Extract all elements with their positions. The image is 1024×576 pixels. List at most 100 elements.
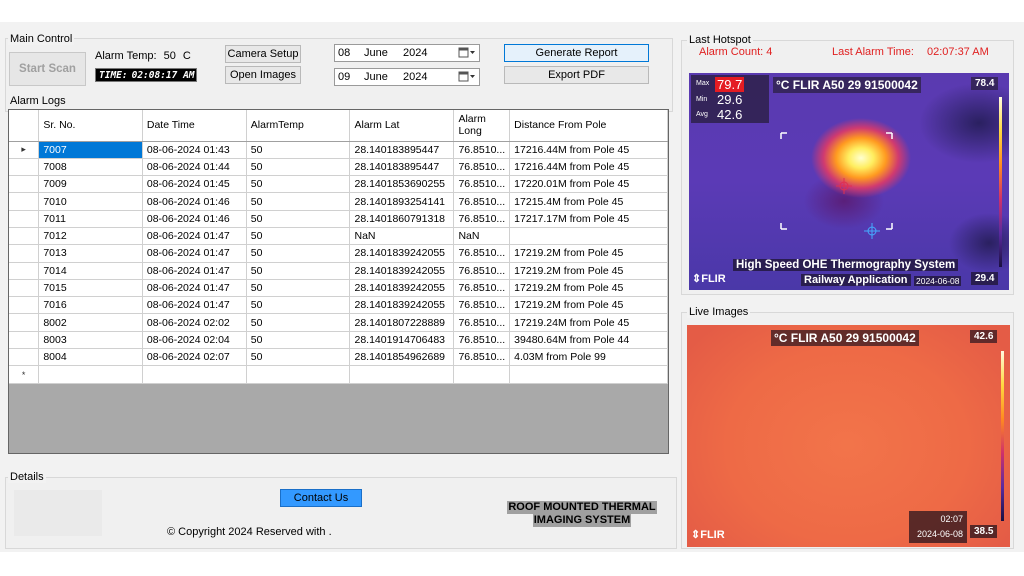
- table-cell[interactable]: 76.8510...: [453, 192, 511, 211]
- table-cell[interactable]: 17219.2M from Pole 45: [509, 262, 668, 280]
- table-row[interactable]: 7014 08-06-2024 01:47 50 28.1401839242055 76…: [9, 262, 668, 280]
- table-row[interactable]: 7016 08-06-2024 01:47 50 28.1401839242055 76…: [9, 296, 668, 315]
- table-cell[interactable]: 50: [246, 175, 351, 194]
- table-row[interactable]: 7009 08-06-2024 01:45 50 28.1401853690255 76…: [9, 175, 668, 194]
- table-row[interactable]: 7015 08-06-2024 01:47 50 28.1401839242055 76…: [9, 279, 668, 298]
- export-pdf-button[interactable]: Export PDF: [504, 66, 649, 84]
- table-cell[interactable]: 50: [246, 313, 351, 332]
- table-row[interactable]: 7012 08-06-2024 01:47 50 NaN NaN: [9, 227, 668, 246]
- column-header[interactable]: Sr. No.: [38, 110, 143, 142]
- column-header[interactable]: Distance From Pole: [509, 110, 668, 142]
- table-cell[interactable]: NaN: [349, 227, 455, 246]
- table-cell[interactable]: 7011: [38, 210, 143, 228]
- table-cell[interactable]: 7014: [38, 262, 143, 280]
- table-cell[interactable]: 7013: [38, 244, 143, 263]
- table-cell[interactable]: 08-06-2024 01:46: [142, 210, 247, 228]
- table-cell[interactable]: 50: [246, 227, 351, 246]
- table-cell[interactable]: [246, 365, 351, 384]
- row-header[interactable]: [9, 262, 40, 280]
- table-cell[interactable]: 50: [246, 262, 351, 280]
- table-cell[interactable]: 76.8510...: [453, 141, 511, 159]
- table-cell[interactable]: 08-06-2024 01:47: [142, 279, 247, 298]
- table-row[interactable]: ▸ 7007 08-06-2024 01:43 50 28.140183895447 76…: [9, 141, 668, 159]
- table-row[interactable]: 8002 08-06-2024 02:02 50 28.1401807228889 76…: [9, 313, 668, 332]
- row-header[interactable]: [9, 296, 40, 315]
- table-cell[interactable]: 28.1401860791318: [349, 210, 455, 228]
- table-cell[interactable]: 17220.01M from Pole 45: [509, 175, 668, 194]
- table-cell[interactable]: 08-06-2024 01:43: [142, 141, 247, 159]
- table-cell[interactable]: 7012: [38, 227, 143, 246]
- table-cell[interactable]: 50: [246, 141, 351, 159]
- column-header[interactable]: Alarm Lat: [349, 110, 455, 142]
- table-cell[interactable]: 17216.44M from Pole 45: [509, 141, 668, 159]
- table-cell[interactable]: 08-06-2024 01:47: [142, 296, 247, 315]
- table-cell[interactable]: 28.140183895447: [349, 158, 455, 177]
- table-cell[interactable]: 7007: [38, 141, 143, 159]
- table-cell[interactable]: [38, 365, 143, 384]
- from-date-picker[interactable]: 08 June 2024: [334, 44, 480, 62]
- row-header[interactable]: [9, 279, 40, 298]
- table-cell[interactable]: 8003: [38, 331, 143, 350]
- table-cell[interactable]: 08-06-2024 01:47: [142, 244, 247, 263]
- table-cell[interactable]: 08-06-2024 01:44: [142, 158, 247, 177]
- alarm-log-grid[interactable]: Sr. No. Date Time AlarmTemp Alarm Lat Al…: [8, 109, 669, 454]
- table-cell[interactable]: 50: [246, 244, 351, 263]
- column-header[interactable]: AlarmTemp: [246, 110, 351, 142]
- new-row[interactable]: *: [9, 365, 668, 384]
- to-date-picker[interactable]: 09 June 2024: [334, 68, 480, 86]
- table-cell[interactable]: 28.1401839242055: [349, 279, 455, 298]
- table-cell[interactable]: 50: [246, 210, 351, 228]
- table-cell[interactable]: 76.8510...: [453, 313, 511, 332]
- table-row[interactable]: 8004 08-06-2024 02:07 50 28.1401854962689 76…: [9, 348, 668, 367]
- start-scan-button[interactable]: Start Scan: [9, 52, 86, 86]
- column-header[interactable]: Alarm Long: [453, 110, 511, 142]
- table-cell[interactable]: 08-06-2024 02:07: [142, 348, 247, 367]
- table-cell[interactable]: 7009: [38, 175, 143, 194]
- calendar-dropdown-icon[interactable]: [458, 47, 476, 59]
- table-cell[interactable]: 17216.44M from Pole 45: [509, 158, 668, 177]
- table-cell[interactable]: 76.8510...: [453, 279, 511, 298]
- table-cell[interactable]: 17215.4M from Pole 45: [509, 192, 668, 211]
- table-row[interactable]: 7013 08-06-2024 01:47 50 28.1401839242055 76…: [9, 244, 668, 263]
- table-cell[interactable]: 28.1401853690255: [349, 175, 455, 194]
- table-row[interactable]: 7010 08-06-2024 01:46 50 28.1401893254141 76…: [9, 192, 668, 211]
- table-cell[interactable]: 7016: [38, 296, 143, 315]
- row-header[interactable]: [9, 331, 40, 350]
- table-cell[interactable]: 7008: [38, 158, 143, 177]
- table-cell[interactable]: 28.1401839242055: [349, 296, 455, 315]
- table-cell[interactable]: 50: [246, 331, 351, 350]
- table-cell[interactable]: 08-06-2024 01:47: [142, 262, 247, 280]
- column-header[interactable]: Date Time: [142, 110, 247, 142]
- contact-us-button[interactable]: Contact Us: [280, 489, 362, 507]
- table-cell[interactable]: NaN: [453, 227, 511, 246]
- table-cell[interactable]: 28.1401839242055: [349, 244, 455, 263]
- row-header[interactable]: [9, 210, 40, 228]
- table-cell[interactable]: 08-06-2024 01:46: [142, 192, 247, 211]
- table-cell[interactable]: 28.1401807228889: [349, 313, 455, 332]
- row-header[interactable]: [9, 348, 40, 367]
- table-cell[interactable]: 17217.17M from Pole 45: [509, 210, 668, 228]
- row-header[interactable]: [9, 158, 40, 177]
- table-cell[interactable]: 4.03M from Pole 99: [509, 348, 668, 367]
- table-cell[interactable]: 39480.64M from Pole 44: [509, 331, 668, 350]
- row-header[interactable]: [9, 175, 40, 194]
- table-cell[interactable]: 50: [246, 158, 351, 177]
- camera-setup-button[interactable]: Camera Setup: [225, 45, 301, 63]
- table-cell[interactable]: [349, 365, 455, 384]
- row-header[interactable]: [9, 313, 40, 332]
- table-cell[interactable]: 76.8510...: [453, 210, 511, 228]
- row-header[interactable]: [9, 227, 40, 246]
- row-header[interactable]: *: [9, 365, 40, 384]
- table-cell[interactable]: 08-06-2024 01:47: [142, 227, 247, 246]
- table-cell[interactable]: 76.8510...: [453, 348, 511, 367]
- table-cell[interactable]: 28.1401854962689: [349, 348, 455, 367]
- table-cell[interactable]: 08-06-2024 02:04: [142, 331, 247, 350]
- table-cell[interactable]: 76.8510...: [453, 175, 511, 194]
- table-cell[interactable]: 50: [246, 296, 351, 315]
- open-images-button[interactable]: Open Images: [225, 66, 301, 84]
- table-cell[interactable]: 28.140183895447: [349, 141, 455, 159]
- table-cell[interactable]: 08-06-2024 02:02: [142, 313, 247, 332]
- row-header[interactable]: [9, 192, 40, 211]
- table-cell[interactable]: [509, 365, 668, 384]
- table-cell[interactable]: 76.8510...: [453, 296, 511, 315]
